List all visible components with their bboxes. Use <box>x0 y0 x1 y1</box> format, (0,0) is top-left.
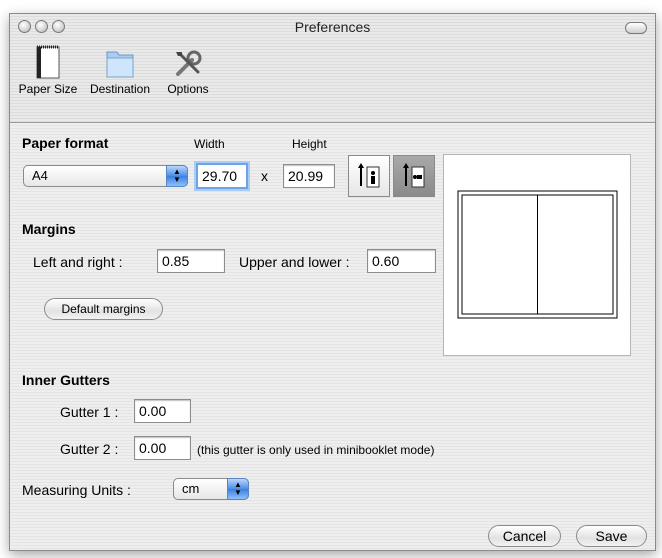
toolbar-label-destination: Destination <box>89 82 151 96</box>
upper-lower-label: Upper and lower : <box>239 254 350 270</box>
gutter2-field[interactable]: 0.00 <box>134 436 191 460</box>
inner-gutters-heading: Inner Gutters <box>22 372 110 388</box>
preferences-window: Preferences Paper Size Destination Optio… <box>9 13 656 551</box>
gutter2-label: Gutter 2 : <box>60 441 119 457</box>
measuring-units-select[interactable]: cm ▲ ▼ <box>173 478 249 500</box>
left-right-field[interactable]: 0.85 <box>157 249 225 273</box>
page-preview <box>443 154 631 356</box>
left-right-label: Left and right : <box>33 254 123 270</box>
times-sign: x <box>261 168 268 184</box>
toolbar-label-paper-size: Paper Size <box>18 82 78 96</box>
content-area: Paper format Width Height A4 ▲ ▼ 29.70 x … <box>10 123 655 550</box>
tools-icon <box>161 44 215 80</box>
page-preview-drawing <box>457 190 618 319</box>
portrait-orientation-button[interactable] <box>348 155 390 197</box>
window-title: Preferences <box>294 19 371 35</box>
toolbar-item-options[interactable]: Options <box>161 44 215 96</box>
updown-arrows-icon: ▲ ▼ <box>227 478 249 500</box>
toolbar-item-paper-size[interactable]: Paper Size <box>16 44 80 96</box>
save-button[interactable]: Save <box>576 525 647 547</box>
toolbar-toggle-button[interactable] <box>625 22 647 34</box>
paper-format-heading: Paper format <box>22 135 109 151</box>
cancel-button[interactable]: Cancel <box>488 525 561 547</box>
folder-icon <box>82 44 158 80</box>
paper-size-icon <box>16 44 80 80</box>
portrait-icon <box>358 163 380 188</box>
measuring-units-label: Measuring Units : <box>22 482 131 498</box>
gutter1-field[interactable]: 0.00 <box>134 399 191 423</box>
height-field[interactable]: 20.99 <box>283 164 335 188</box>
width-field[interactable]: 29.70 <box>196 163 248 189</box>
paper-format-select[interactable]: A4 ▲ ▼ <box>23 165 188 187</box>
gutter2-note: (this gutter is only used in minibooklet… <box>197 443 435 457</box>
title-toolbar: Preferences Paper Size Destination Optio… <box>10 14 655 123</box>
landscape-icon <box>403 163 425 188</box>
measuring-units-value: cm <box>182 481 200 496</box>
updown-arrows-icon: ▲ ▼ <box>166 165 188 187</box>
paper-format-value: A4 <box>32 168 48 183</box>
width-label: Width <box>194 137 225 151</box>
gutter1-label: Gutter 1 : <box>60 404 119 420</box>
toolbar-item-destination[interactable]: Destination <box>82 44 158 96</box>
toolbar-label-options: Options <box>167 82 209 96</box>
upper-lower-field[interactable]: 0.60 <box>367 249 436 273</box>
default-margins-button[interactable]: Default margins <box>44 298 163 320</box>
height-label: Height <box>292 137 327 151</box>
margins-heading: Margins <box>22 221 76 237</box>
landscape-orientation-button[interactable] <box>393 155 435 197</box>
